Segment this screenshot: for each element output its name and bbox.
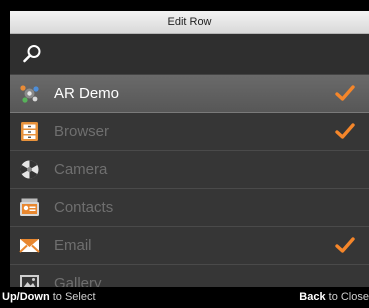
select-hint: Up/Down to Select <box>2 291 96 303</box>
list-item[interactable]: Camera <box>10 151 369 189</box>
select-key: Up/Down <box>2 291 50 303</box>
camera-icon <box>20 160 39 179</box>
edit-row-dialog: Edit Row AR Demo Browser Camera Contacts… <box>0 0 369 308</box>
app-label: Email <box>54 237 92 254</box>
list-item[interactable]: AR Demo <box>10 75 369 113</box>
ar-demo-icon <box>20 85 39 103</box>
email-icon <box>19 239 40 253</box>
close-key: Back <box>299 291 326 303</box>
app-label: Contacts <box>54 199 114 216</box>
app-label: AR Demo <box>54 85 120 102</box>
footer-hints: Up/Down to Select Back to Close <box>0 288 369 308</box>
list-item[interactable]: Browser <box>10 113 369 151</box>
list-item[interactable]: Contacts <box>10 189 369 227</box>
select-text: to Select <box>49 291 96 303</box>
list-item[interactable]: Email <box>10 227 369 265</box>
check-icon <box>335 237 355 253</box>
close-hint: Back to Close <box>299 291 369 303</box>
search-bar[interactable] <box>10 34 369 75</box>
check-icon <box>335 123 355 139</box>
search-icon[interactable] <box>22 44 42 64</box>
app-list[interactable]: AR Demo Browser Camera Contacts Email Ga… <box>10 75 369 287</box>
app-label: Browser <box>54 123 110 140</box>
app-label: Gallery <box>54 275 102 287</box>
browser-icon <box>21 122 38 141</box>
close-text: to Close <box>325 291 369 303</box>
list-item[interactable]: Gallery <box>10 265 369 287</box>
app-label: Camera <box>54 161 108 178</box>
check-icon <box>335 85 355 101</box>
contacts-icon <box>20 198 39 216</box>
gallery-icon <box>20 275 39 287</box>
dialog-title: Edit Row <box>10 11 369 34</box>
